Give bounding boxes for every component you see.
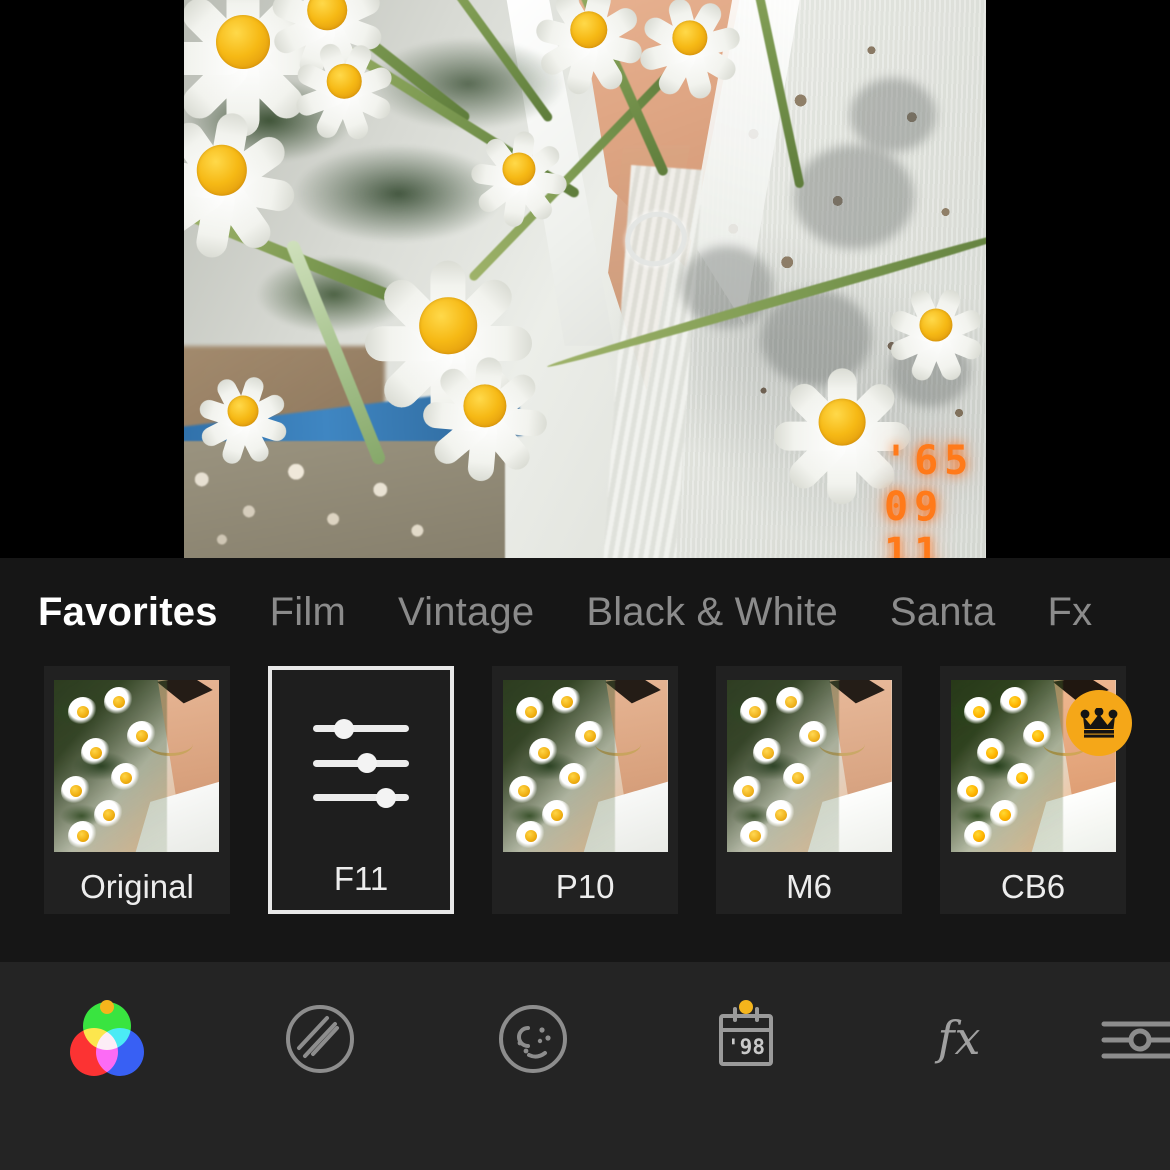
- photo-flower: [469, 123, 568, 228]
- tab-favorites[interactable]: Favorites: [26, 590, 244, 635]
- filter-thumbnail: [279, 670, 444, 856]
- fx-icon: fx: [935, 1011, 981, 1065]
- photo-shadow: [793, 145, 914, 250]
- preview-area: '65 09 11: [0, 0, 1170, 558]
- dust-grain-icon: [499, 1005, 567, 1073]
- svg-text:'98: '98: [727, 1035, 765, 1059]
- tool-date-stamp[interactable]: '98: [640, 1000, 853, 1076]
- tool-light-leak[interactable]: [213, 1002, 426, 1076]
- svg-text:fx: fx: [935, 1011, 981, 1065]
- crown-icon: [1066, 690, 1133, 756]
- filter-category-tabs: Favorites Film Vintage Black & White San…: [0, 558, 1170, 666]
- filter-label: CB6: [1000, 868, 1066, 905]
- light-leak-icon: [285, 1005, 354, 1073]
- tool-adjust-sliders[interactable]: [1066, 1002, 1170, 1076]
- tab-santa[interactable]: Santa: [864, 590, 1022, 635]
- sliders-icon: [313, 718, 410, 808]
- filter-label: F11: [333, 860, 389, 897]
- filter-card-m6[interactable]: M6: [716, 666, 903, 914]
- filter-label: P10: [555, 868, 615, 905]
- thumbnail-art: [726, 680, 892, 852]
- photo-flower: [533, 0, 645, 97]
- photo-shadow: [849, 78, 936, 153]
- photo-flower: [887, 279, 984, 384]
- thumbnail-art: [54, 680, 220, 852]
- filter-card-original[interactable]: Original: [44, 666, 230, 914]
- bottom-toolbar: '98 fx: [0, 962, 1170, 1170]
- date-stamp: '65 09 11: [884, 438, 975, 558]
- filter-thumbnail: [726, 680, 892, 852]
- filter-card-f11[interactable]: F11: [267, 666, 455, 914]
- tool-fx[interactable]: fx: [853, 1002, 1066, 1076]
- photo-flower: [421, 346, 548, 483]
- tool-rgb-color[interactable]: [0, 1000, 213, 1076]
- filter-list: Original F11 P10 M6 CB6: [0, 666, 1170, 914]
- tab-fx[interactable]: Fx: [1021, 590, 1118, 635]
- tool-active-dot: [99, 1000, 114, 1014]
- photo-flower: [184, 100, 297, 261]
- filter-card-p10[interactable]: P10: [492, 666, 679, 914]
- photo-flower: [638, 0, 743, 101]
- adjust-sliders-icon: [1101, 1021, 1170, 1059]
- photo-preview[interactable]: '65 09 11: [184, 0, 986, 558]
- filter-thumbnail: [502, 680, 668, 852]
- photo-flower: [293, 33, 395, 143]
- filter-label: Original: [80, 868, 194, 905]
- thumbnail-art: [502, 680, 668, 852]
- filter-card-cb6[interactable]: CB6: [940, 666, 1133, 914]
- filter-label: M6: [786, 868, 832, 905]
- tool-dust-grain[interactable]: [426, 1002, 639, 1076]
- filter-panel: Favorites Film Vintage Black & White San…: [0, 558, 1170, 962]
- tab-film[interactable]: Film: [244, 590, 372, 635]
- tab-black-and-white[interactable]: Black & White: [560, 590, 864, 635]
- filter-thumbnail: [54, 680, 220, 852]
- tab-vintage[interactable]: Vintage: [372, 590, 560, 635]
- app-root: '65 09 11 Favorites Film Vintage Black &…: [0, 0, 1170, 1170]
- photo-flower: [197, 368, 289, 467]
